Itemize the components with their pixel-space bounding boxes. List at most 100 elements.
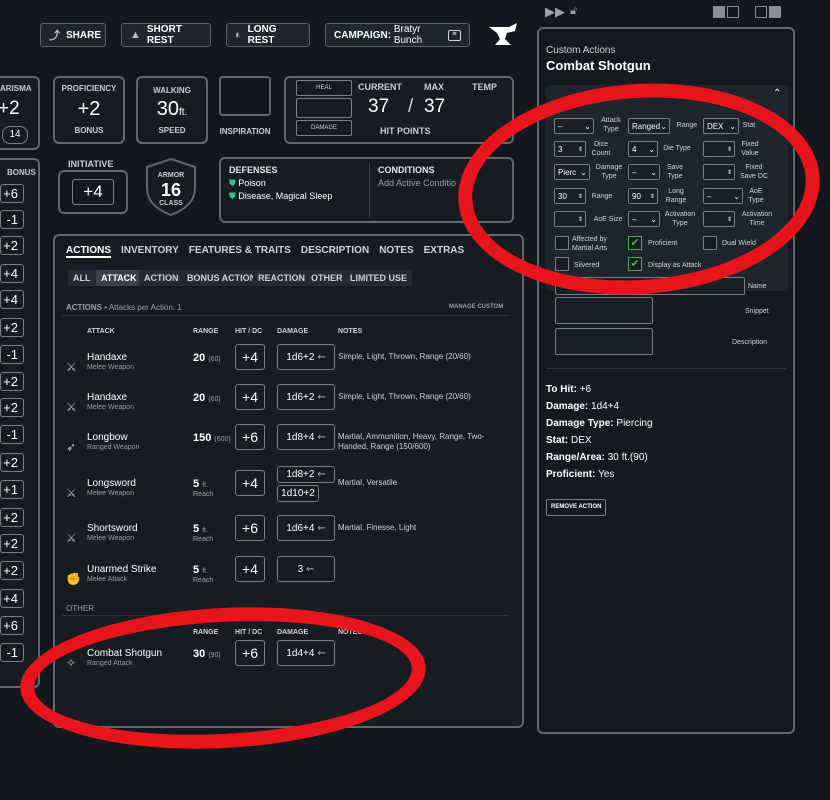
skill-bonus[interactable]: +2	[0, 561, 24, 580]
fist-icon: ✊	[66, 572, 81, 586]
sword-icon: ⚔	[66, 400, 77, 414]
heal-button[interactable]: HEAL	[296, 80, 352, 96]
divider	[369, 163, 370, 217]
skill-bonus[interactable]: +4	[0, 264, 24, 283]
panel-position-right-icon[interactable]	[755, 5, 785, 18]
roll-hit-button[interactable]: +4	[235, 384, 265, 410]
attack-row[interactable]: ⚔ Longsword Melee Weapon 5 ft. Reach +4 1d8+2 …	[62, 466, 508, 518]
sword-icon: ⚔	[66, 486, 77, 500]
roll-hit-button[interactable]: +4	[235, 556, 265, 582]
skill-bonus[interactable]: -1	[0, 345, 24, 364]
tab-inventory[interactable]: INVENTORY	[121, 245, 179, 256]
subtab-action[interactable]: ACTION	[139, 270, 184, 286]
roll-damage-button[interactable]: 1d6+2 ⇜	[277, 344, 335, 370]
panel-title: Combat Shotgun	[546, 58, 651, 73]
skill-bonus[interactable]: +2	[0, 508, 24, 527]
skill-bonus[interactable]: +2	[0, 534, 24, 553]
slashing-icon: ⇜	[317, 469, 326, 480]
roll-damage-button[interactable]: 1d6+2 ⇜	[277, 384, 335, 410]
roll-damage-button[interactable]: 1d8+2 ⇜	[277, 466, 335, 483]
snippet-input[interactable]	[555, 297, 653, 324]
roll-versatile-damage-button[interactable]: 1d10+2	[277, 485, 319, 502]
share-icon: ⤴	[49, 30, 60, 42]
skill-bonus[interactable]: -1	[0, 643, 24, 662]
summary-line: Damage Type: Piercing	[546, 418, 653, 429]
chat-icon[interactable]: ≡	[447, 29, 461, 41]
roll-hit-button[interactable]: +4	[235, 344, 265, 370]
max-hp: 37	[424, 96, 446, 117]
chevron-up-icon[interactable]: ⌃	[773, 88, 781, 99]
tab-extras[interactable]: EXTRAS	[424, 245, 465, 256]
skill-bonus[interactable]: +6	[0, 616, 24, 635]
skill-bonus[interactable]: -1	[0, 425, 24, 444]
summary-line: Stat: DEX	[546, 435, 592, 446]
damage-type-icon: ⇜	[317, 351, 326, 363]
long-rest-button[interactable]: ◐ LONG REST	[226, 23, 310, 47]
summary-line: To Hit: +6	[546, 384, 592, 395]
summary-line: Range/Area: 30 ft.(90)	[546, 452, 648, 463]
skill-bonus[interactable]: +2	[0, 318, 24, 337]
divider	[546, 368, 786, 369]
subtab-all[interactable]: ALL	[68, 270, 96, 286]
roll-hit-button[interactable]: +6	[235, 515, 265, 541]
roll-damage-button[interactable]: 3 ⇜	[277, 556, 335, 582]
damage-type-icon: ⇜	[317, 391, 326, 403]
skill-bonus[interactable]: +4	[0, 589, 24, 608]
sword-icon: ⚔	[66, 531, 77, 545]
shield-icon: ⛊	[229, 178, 236, 188]
charisma-box: ARISMA +2 14	[0, 76, 40, 150]
short-rest-button[interactable]: ▲ SHORT REST	[121, 23, 211, 47]
subtab-limited-use[interactable]: LIMITED USE	[345, 270, 413, 286]
lock-icon[interactable]: 🔓︎	[570, 5, 577, 18]
proficiency-box: PROFICIENCY +2 BONUS	[53, 76, 125, 144]
subtab-bonus-action[interactable]: BONUS ACTION	[182, 270, 262, 286]
summary-line: Damage: 1d4+4	[546, 401, 620, 412]
main-tabs: ACTIONS INVENTORY FEATURES & TRAITS DESCRIP…	[66, 245, 474, 258]
manage-custom-link[interactable]: MANAGE CUSTOM	[449, 304, 503, 310]
shield-icon: ⛊	[229, 191, 236, 201]
current-hp[interactable]: 37	[368, 96, 389, 118]
inspiration-toggle[interactable]	[219, 76, 271, 116]
skill-bonus[interactable]: +2	[0, 453, 24, 472]
add-condition-link[interactable]: Add Active Conditio	[378, 178, 456, 188]
roll-damage-button[interactable]: 1d6+4 ⇜	[277, 515, 335, 541]
attack-row[interactable]: ✊ Unarmed Strike Melee Attack 5 ft. Reach +4 3…	[62, 556, 508, 604]
subtab-reaction[interactable]: REACTION	[253, 270, 310, 286]
skill-bonus[interactable]: -1	[0, 210, 24, 229]
summary-line: Proficient: Yes	[546, 469, 615, 480]
damage-button[interactable]: DAMAGE	[296, 120, 352, 136]
divider	[62, 315, 508, 316]
skill-bonus[interactable]: +4	[0, 290, 24, 309]
damage-type-icon: ⇜	[317, 431, 326, 443]
damage-type-icon: ⇜	[305, 563, 315, 575]
skill-bonus[interactable]: +6	[0, 184, 24, 203]
panel-position-left-icon[interactable]	[713, 5, 743, 18]
campfire-icon: ▲	[130, 29, 141, 41]
skill-bonus[interactable]: +2	[0, 398, 24, 417]
roll-hit-button[interactable]: +6	[235, 424, 265, 450]
roll-hit-button[interactable]: +4	[235, 470, 265, 496]
subtab-other[interactable]: OTHER	[306, 270, 348, 286]
armor-class-shield: ARMOR 16 CLASS	[140, 156, 202, 218]
tab-notes[interactable]: NOTES	[379, 245, 413, 256]
sword-icon: ⚔	[66, 360, 77, 374]
bow-icon: ➶	[66, 440, 77, 454]
tab-description[interactable]: DESCRIPTION	[301, 245, 369, 256]
skill-bonus[interactable]: +2	[0, 236, 24, 255]
roll-damage-button[interactable]: 1d8+4 ⇜	[277, 424, 335, 450]
damage-type-icon: ⇜	[317, 522, 326, 534]
tab-actions[interactable]: ACTIONS	[66, 245, 111, 258]
description-input[interactable]	[555, 328, 653, 355]
hp-change-input[interactable]	[296, 98, 352, 118]
share-button[interactable]: ⤴ SHARE	[40, 23, 106, 47]
anvil-logo	[487, 19, 519, 49]
remove-action-button[interactable]: REMOVE ACTION	[546, 499, 607, 516]
skill-bonus[interactable]: +2	[0, 372, 24, 391]
initiative-box: +4	[58, 170, 128, 214]
moon-icon: ◐	[235, 29, 242, 41]
subtab-attack[interactable]: ATTACK	[96, 270, 142, 286]
collapse-panel-icon[interactable]: ▶▶	[545, 4, 565, 20]
tab-features[interactable]: FEATURES & TRAITS	[189, 245, 291, 256]
skill-bonus[interactable]: +1	[0, 480, 24, 499]
campaign-button[interactable]: CAMPAIGN: Bratyr Bunch ≡	[325, 23, 470, 47]
